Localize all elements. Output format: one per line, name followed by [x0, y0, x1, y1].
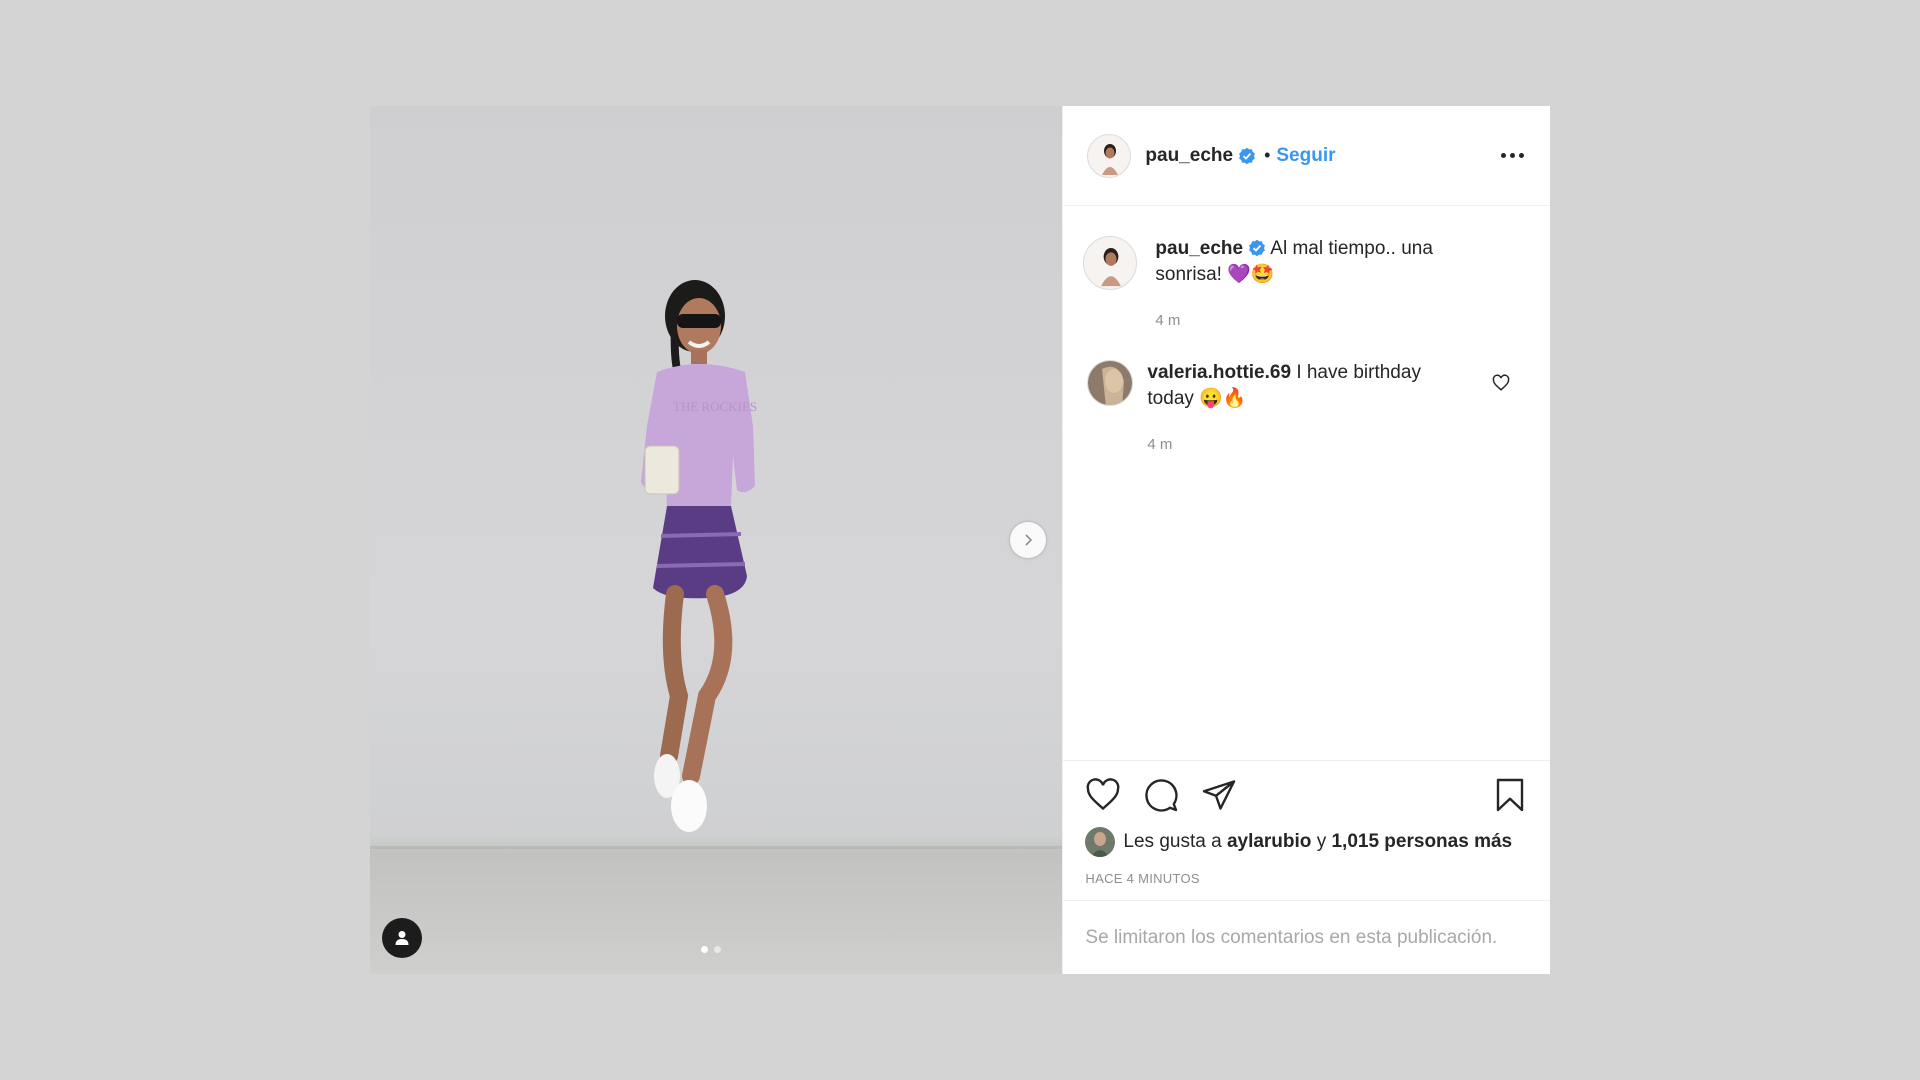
- author-username[interactable]: pau_eche: [1145, 145, 1233, 167]
- carousel-dot-1: [701, 946, 708, 953]
- post-photo: THE ROCKIES: [370, 106, 1063, 974]
- avatar-image: [1088, 361, 1133, 405]
- author-avatar[interactable]: [1087, 133, 1132, 178]
- post-side-panel: pau_eche • Seguir pau_eche Al mal tiempo…: [1062, 106, 1550, 974]
- heart-outline-icon: [1492, 374, 1510, 391]
- likes-prefix: Les gusta a: [1123, 831, 1222, 852]
- caption-body: pau_eche Al mal tiempo.. una sonrisa! 💜🤩…: [1155, 236, 1455, 334]
- instagram-post-modal: THE ROCKIES pau_eche • Seguir pau_eche A…: [370, 106, 1550, 974]
- woman-figure-illustration: THE ROCKIES: [641, 280, 757, 832]
- avatar-image: [1085, 827, 1116, 857]
- bookmark-icon: [1496, 778, 1524, 812]
- post-timestamp[interactable]: HACE 4 MINUTOS: [1085, 871, 1528, 886]
- carousel-indicator: [701, 946, 721, 953]
- comments-limited-notice: Se limitaron los comentarios en esta pub…: [1063, 900, 1550, 974]
- follow-button[interactable]: Seguir: [1276, 145, 1335, 167]
- verified-badge-icon: [1239, 147, 1255, 164]
- caption-author-avatar[interactable]: [1083, 236, 1138, 290]
- header-separator: •: [1264, 145, 1271, 165]
- more-options-button[interactable]: [1497, 147, 1528, 164]
- likes-connector: y: [1316, 831, 1327, 852]
- commenter-avatar[interactable]: [1087, 360, 1134, 406]
- likes-count-link[interactable]: 1,015 personas más: [1331, 831, 1512, 853]
- person-tag-icon: [395, 931, 409, 945]
- tagged-people-button[interactable]: [382, 918, 422, 958]
- liker-username[interactable]: aylarubio: [1227, 831, 1311, 853]
- action-icons-row: [1085, 777, 1528, 813]
- comment-time[interactable]: 4 m: [1147, 432, 1447, 458]
- caption-comment: pau_eche Al mal tiempo.. una sonrisa! 💜🤩…: [1083, 236, 1528, 334]
- comment-item: valeria.hottie.69 I have birthday today …: [1083, 360, 1528, 458]
- carousel-next-button[interactable]: [1010, 522, 1046, 558]
- likes-summary: Les gusta a aylarubio y 1,015 personas m…: [1085, 827, 1528, 857]
- paper-plane-icon: [1203, 780, 1236, 810]
- avatar-image: [1101, 248, 1122, 287]
- comments-list: pau_eche Al mal tiempo.. una sonrisa! 💜🤩…: [1063, 206, 1550, 760]
- save-button[interactable]: [1492, 777, 1528, 813]
- share-button[interactable]: [1201, 777, 1237, 813]
- liker-avatar[interactable]: [1085, 827, 1116, 857]
- chevron-right-icon: [1025, 534, 1033, 546]
- avatar-image: [1102, 143, 1119, 175]
- commenter-username[interactable]: valeria.hottie.69: [1147, 362, 1291, 383]
- heart-icon: [1086, 778, 1120, 811]
- carousel-dot-2: [714, 946, 721, 953]
- comment-icon: [1145, 779, 1179, 812]
- post-actions: Les gusta a aylarubio y 1,015 personas m…: [1063, 760, 1550, 900]
- caption-time[interactable]: 4 m: [1155, 308, 1455, 334]
- verified-badge-icon: [1249, 239, 1265, 257]
- caption-username[interactable]: pau_eche: [1155, 238, 1243, 259]
- comment-body: valeria.hottie.69 I have birthday today …: [1147, 360, 1447, 458]
- more-options-icon: [1501, 153, 1506, 158]
- like-button[interactable]: [1085, 777, 1121, 813]
- post-header: pau_eche • Seguir: [1063, 106, 1550, 206]
- svg-text:THE ROCKIES: THE ROCKIES: [673, 399, 757, 414]
- comment-like-button[interactable]: [1492, 374, 1510, 397]
- comment-button[interactable]: [1143, 777, 1179, 813]
